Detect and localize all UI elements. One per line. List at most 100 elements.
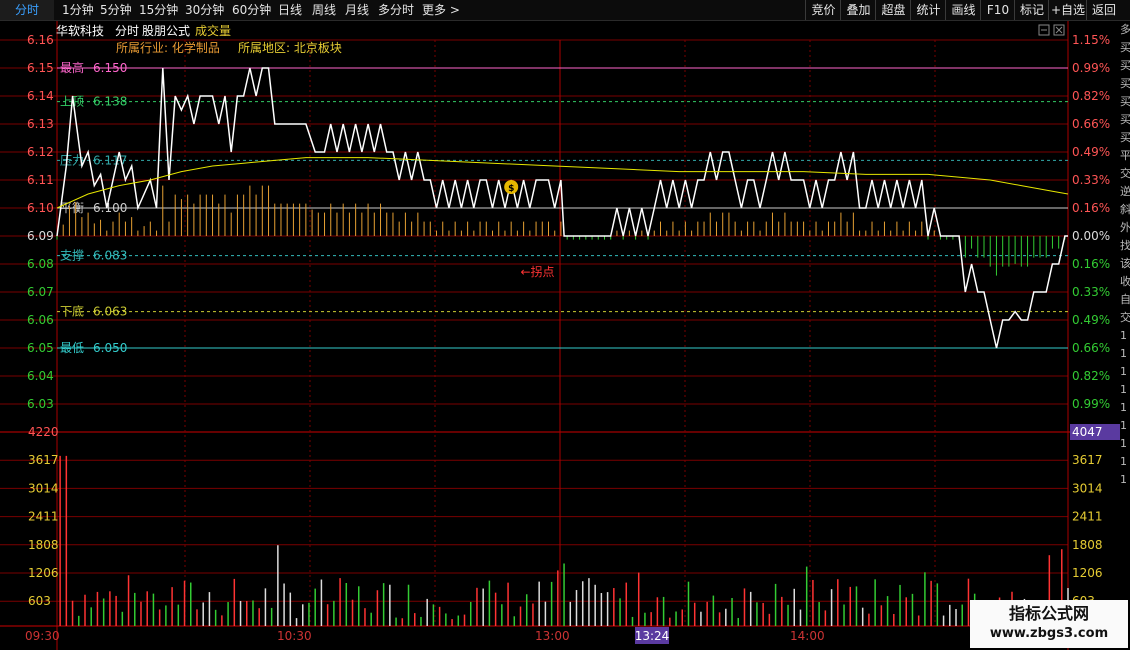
statistics-button[interactable]: 统计 [910, 0, 946, 20]
percent-tick-label: 0.99% [1072, 397, 1110, 411]
tab-30min[interactable]: 30分钟 [185, 0, 224, 20]
auction-button[interactable]: 竞价 [805, 0, 841, 20]
side-char: 买 [1120, 41, 1130, 54]
percent-tick-label: 0.16% [1072, 201, 1110, 215]
percent-tick-label: 0.99% [1072, 61, 1110, 75]
industry-label: 所属行业: 化学制品 [116, 40, 220, 55]
time-tick-label: 13:00 [535, 629, 570, 643]
price-axis-labels: 6.16 6.15 6.14 6.13 6.12 6.11 6.10 6.09 6.08 6.07… [27, 33, 54, 411]
back-button[interactable]: 返回 [1086, 0, 1121, 20]
draw-line-button[interactable]: 画线 [945, 0, 981, 20]
volume-tick-label-right: 1808 [1072, 538, 1103, 552]
side-char: 交 [1120, 167, 1130, 180]
volume-bars [59, 455, 1069, 626]
stock-name: 华软科技 [56, 24, 104, 38]
site-watermark: 指标公式网 www.zbgs3.com [970, 600, 1128, 648]
volume-tick-label-right: 3617 [1072, 453, 1103, 467]
current-volume-badge: 4047 [1070, 424, 1120, 440]
tab-60min[interactable]: 60分钟 [232, 0, 271, 20]
side-char: 1 [1120, 419, 1127, 432]
tab-more[interactable]: 更多 > [422, 0, 460, 20]
turning-point-label: ←拐点 [521, 264, 555, 279]
side-char: 买 [1120, 131, 1130, 144]
percent-tick-label: 0.66% [1072, 341, 1110, 355]
time-tick-label: 14:00 [790, 629, 825, 643]
side-char: 自 [1120, 293, 1130, 306]
volume-tick-label-left: 3014 [28, 481, 59, 495]
level-label: 平衡 [60, 201, 84, 215]
intraday-chart[interactable]: 6.16 6.15 6.14 6.13 6.12 6.11 6.10 6.09 6.08 6.07… [0, 21, 1120, 650]
tab-multi-intraday[interactable]: 多分时 [378, 0, 414, 20]
overlay-button[interactable]: 叠加 [840, 0, 876, 20]
watermark-url: www.zbgs3.com [989, 626, 1109, 641]
super-panel-button[interactable]: 超盘 [875, 0, 911, 20]
percent-tick-label: 1.15% [1072, 33, 1110, 47]
volume-tick-label-left: 1808 [28, 538, 59, 552]
panel-settings-icon[interactable] [1038, 24, 1050, 36]
mark-button[interactable]: 标记 [1014, 0, 1049, 20]
side-char: 平 [1120, 149, 1130, 162]
watermark-title: 指标公式网 [1008, 604, 1089, 623]
side-char: 1 [1120, 401, 1127, 414]
tab-intraday[interactable]: 分时 [0, 0, 54, 20]
tab-15min[interactable]: 15分钟 [139, 0, 178, 20]
add-watchlist-button[interactable]: +自选 [1048, 0, 1087, 20]
region-label: 所属地区: 北京板块 [238, 41, 342, 55]
period-toolbar: 分时 1分钟 5分钟 15分钟 30分钟 60分钟 日线 周线 月线 多分时 更… [0, 0, 1130, 21]
level-label: 最高 [60, 60, 84, 75]
side-char: 该 [1120, 257, 1130, 270]
volume-tick-label-left: 1206 [28, 566, 59, 580]
tab-daily[interactable]: 日线 [278, 0, 302, 20]
time-tick-label: 10:30 [277, 629, 312, 643]
level-label: 下底 [60, 304, 84, 319]
time-tick-label: 09:30 [25, 629, 60, 643]
price-tick-label: 6.10 [27, 201, 54, 215]
percent-tick-label: 0.16% [1072, 257, 1110, 271]
price-tick-label: 6.05 [27, 341, 54, 355]
percent-tick-label: 0.33% [1072, 285, 1110, 299]
level-value: 6.063 [93, 305, 127, 319]
volume-tick-label-right: 1206 [1072, 566, 1103, 580]
price-tick-label: 6.14 [27, 89, 54, 103]
time-axis-labels: 09:30 10:30 13:00 14:00 [25, 629, 825, 643]
volume-tick-label-right: 2411 [1072, 510, 1103, 524]
level-label: 支撑 [60, 248, 84, 263]
price-tick-label: 6.16 [27, 33, 54, 47]
svg-text:$: $ [508, 184, 514, 194]
turning-point-annotation: ←拐点 [521, 264, 555, 279]
side-char: 交 [1120, 311, 1130, 324]
money-bag-icon[interactable]: $ [504, 180, 519, 194]
side-char: 多 [1120, 23, 1130, 36]
side-char: 1 [1120, 347, 1127, 360]
level-value: 6.050 [93, 341, 127, 355]
side-char: 找 [1120, 239, 1130, 252]
tab-5min[interactable]: 5分钟 [100, 0, 132, 20]
percent-axis-labels: 1.15% 0.99% 0.82% 0.66% 0.49% 0.33% 0.16% 0.00%… [1072, 33, 1110, 411]
chart-grid [0, 21, 1120, 650]
level-label: 最低 [60, 341, 84, 355]
side-char: 1 [1120, 455, 1127, 468]
panel-close-icon[interactable] [1053, 24, 1065, 36]
f10-button[interactable]: F10 [980, 0, 1015, 20]
volume-tick-label-right: 3014 [1072, 481, 1103, 495]
price-tick-label: 6.08 [27, 257, 54, 271]
price-tick-label: 6.11 [27, 173, 54, 187]
percent-tick-label: 0.49% [1072, 313, 1110, 327]
level-value: 6.083 [93, 249, 127, 263]
chart-mode: 分时 [115, 24, 139, 38]
volume-tick-label-left: 4220 [28, 425, 59, 439]
tab-monthly[interactable]: 月线 [345, 0, 369, 20]
tab-1min[interactable]: 1分钟 [62, 0, 94, 20]
indicator-name: 成交量 [195, 23, 231, 38]
percent-tick-label: 0.00% [1072, 229, 1110, 243]
level-value: 6.138 [93, 95, 127, 109]
price-tick-label: 6.09 [27, 229, 54, 243]
side-char: 收 [1120, 275, 1130, 288]
level-value: 6.100 [93, 201, 127, 215]
price-tick-label: 6.04 [27, 369, 54, 383]
price-tick-label: 6.03 [27, 397, 54, 411]
price-tick-label: 6.15 [27, 61, 54, 75]
side-char: 1 [1120, 383, 1127, 396]
price-tick-label: 6.13 [27, 117, 54, 131]
tab-weekly[interactable]: 周线 [312, 0, 336, 20]
